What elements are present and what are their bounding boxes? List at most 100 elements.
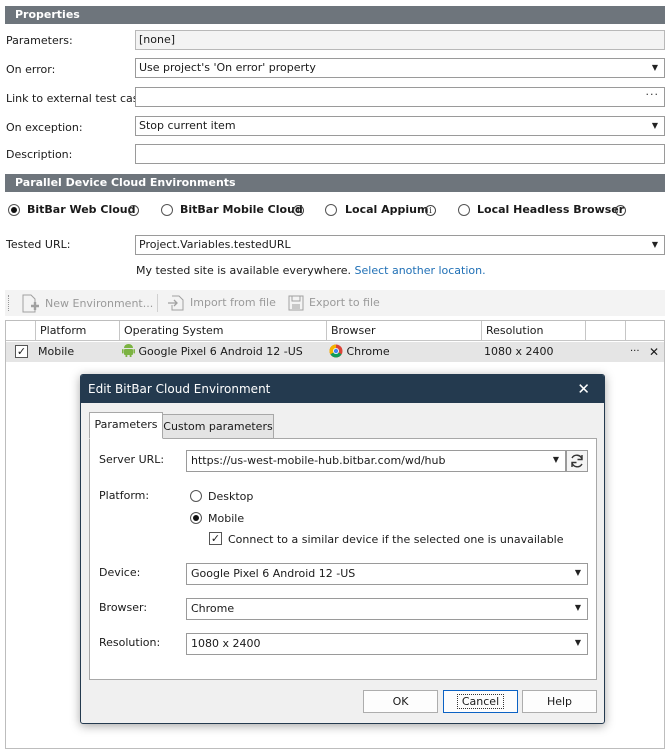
column-header-actions: [585, 321, 625, 341]
edit-environment-dialog: Edit BitBar Cloud Environment ✕ Paramete…: [80, 374, 605, 724]
toolbar-separator: [157, 294, 158, 312]
radio-local-headless-browser[interactable]: [458, 204, 470, 216]
cancel-button[interactable]: Cancel: [443, 690, 518, 713]
on-exception-value: Stop current item: [139, 119, 236, 132]
resolution-select[interactable]: 1080 x 2400 ▼: [186, 633, 588, 655]
properties-header: Properties: [5, 6, 665, 24]
similar-device-label: Connect to a similar device if the selec…: [228, 533, 564, 546]
row-os: Google Pixel 6 Android 12 -US: [138, 345, 303, 358]
on-error-select[interactable]: Use project's 'On error' property ▼: [135, 58, 665, 78]
chevron-down-icon: ▼: [574, 603, 581, 612]
radio-bitbar-mobile-cloud[interactable]: [161, 204, 173, 216]
link-field[interactable]: ···: [135, 87, 665, 107]
location-note: My tested site is available everywhere.: [136, 264, 352, 277]
dialog-title: Edit BitBar Cloud Environment: [88, 382, 271, 396]
import-icon: [168, 295, 184, 311]
on-error-value: Use project's 'On error' property: [139, 61, 316, 74]
chevron-down-icon: ▼: [651, 240, 658, 249]
parameters-panel: Server URL: https://us-west-mobile-hub.b…: [89, 438, 597, 680]
row-more-button[interactable]: ···: [630, 342, 640, 362]
platform-label: Platform:: [99, 489, 150, 502]
chevron-down-icon: ▼: [651, 121, 658, 130]
chevron-down-icon: ▼: [574, 568, 581, 577]
column-header-platform[interactable]: Platform: [35, 321, 120, 341]
on-exception-select[interactable]: Stop current item ▼: [135, 116, 665, 136]
tab-parameters[interactable]: Parameters: [89, 412, 163, 439]
refresh-button[interactable]: [566, 450, 588, 472]
row-resolution: 1080 x 2400: [484, 345, 554, 358]
server-url-select[interactable]: https://us-west-mobile-hub.bitbar.com/wd…: [186, 450, 566, 472]
browser-label: Browser:: [99, 601, 148, 614]
tab-custom-parameters[interactable]: Custom parameters: [162, 414, 274, 439]
dialog-title-bar: Edit BitBar Cloud Environment ✕: [81, 375, 604, 403]
close-icon[interactable]: ✕: [577, 375, 590, 403]
table-row[interactable]: ✓ Mobile Google Pixel 6 Android 12 -US C…: [6, 342, 664, 362]
ellipsis-button[interactable]: ···: [646, 88, 660, 104]
parameters-value: [none]: [139, 33, 176, 46]
chevron-down-icon: ▼: [552, 455, 559, 464]
row-os-cell: Google Pixel 6 Android 12 -US: [122, 342, 303, 362]
parameters-label: Parameters:: [6, 34, 73, 47]
column-header-remove: [625, 321, 664, 341]
similar-device-checkbox[interactable]: ✓: [209, 532, 222, 545]
radio-label-mobile-cloud: BitBar Mobile Cloud: [180, 203, 303, 216]
radio-label-local-appium: Local Appium: [345, 203, 429, 216]
export-label: Export to file: [309, 296, 380, 309]
save-icon: [288, 295, 304, 311]
radio-desktop[interactable]: [190, 490, 202, 502]
toolbar-grip: [8, 295, 10, 311]
new-environment-button[interactable]: New Environment...: [20, 294, 154, 313]
resolution-label: Resolution:: [99, 636, 161, 649]
server-url-label: Server URL:: [99, 453, 165, 466]
location-note-row: My tested site is available everywhere. …: [136, 264, 486, 277]
radio-label-web-cloud: BitBar Web Cloud: [27, 203, 136, 216]
cancel-label: Cancel: [456, 694, 505, 709]
info-icon[interactable]: i: [293, 205, 304, 216]
resolution-value: 1080 x 2400: [191, 637, 261, 650]
chevron-down-icon: ▼: [574, 638, 581, 647]
device-select[interactable]: Google Pixel 6 Android 12 -US ▼: [186, 563, 588, 585]
on-exception-label: On exception:: [6, 121, 83, 134]
on-error-label: On error:: [6, 63, 56, 76]
chrome-icon: [329, 344, 343, 358]
import-button[interactable]: Import from file: [167, 294, 276, 312]
android-icon: [122, 344, 135, 357]
info-icon[interactable]: i: [615, 205, 626, 216]
chevron-down-icon: ▼: [651, 63, 658, 72]
radio-mobile[interactable]: [190, 512, 202, 524]
row-platform: Mobile: [38, 345, 75, 358]
environments-toolbar: New Environment... Import from file Expo…: [5, 290, 665, 316]
browser-value: Chrome: [191, 602, 235, 615]
import-label: Import from file: [190, 296, 276, 309]
radio-local-appium[interactable]: [325, 204, 337, 216]
select-location-link[interactable]: Select another location.: [355, 264, 486, 277]
refresh-icon: [571, 454, 583, 468]
info-icon[interactable]: i: [128, 205, 139, 216]
info-icon[interactable]: i: [425, 205, 436, 216]
radio-label-headless-browser: Local Headless Browser: [477, 203, 625, 216]
grid-header: Platform Operating System Browser Resolu…: [6, 321, 664, 341]
row-remove-button[interactable]: ✕: [649, 342, 659, 362]
link-label: Link to external test case:: [6, 92, 149, 105]
tested-url-label: Tested URL:: [6, 238, 71, 251]
new-environment-icon: [22, 294, 39, 313]
row-browser: Chrome: [346, 345, 390, 358]
radio-bitbar-web-cloud[interactable]: [8, 204, 20, 216]
column-header-resolution[interactable]: Resolution: [481, 321, 585, 341]
description-label: Description:: [6, 148, 73, 161]
tested-url-value: Project.Variables.testedURL: [139, 238, 291, 251]
browser-select[interactable]: Chrome ▼: [186, 598, 588, 620]
ok-button[interactable]: OK: [363, 690, 438, 713]
environments-header: Parallel Device Cloud Environments: [5, 174, 665, 192]
export-button[interactable]: Export to file: [288, 294, 380, 312]
description-field[interactable]: [135, 144, 665, 164]
radio-label-desktop: Desktop: [208, 490, 254, 503]
device-label: Device:: [99, 566, 141, 579]
new-environment-label: New Environment...: [45, 297, 154, 310]
help-button[interactable]: Help: [522, 690, 597, 713]
row-checkbox[interactable]: ✓: [15, 345, 28, 358]
parameters-field[interactable]: [none]: [135, 30, 665, 50]
column-header-browser[interactable]: Browser: [326, 321, 481, 341]
column-header-os[interactable]: Operating System: [119, 321, 326, 341]
tested-url-select[interactable]: Project.Variables.testedURL ▼: [135, 235, 665, 255]
